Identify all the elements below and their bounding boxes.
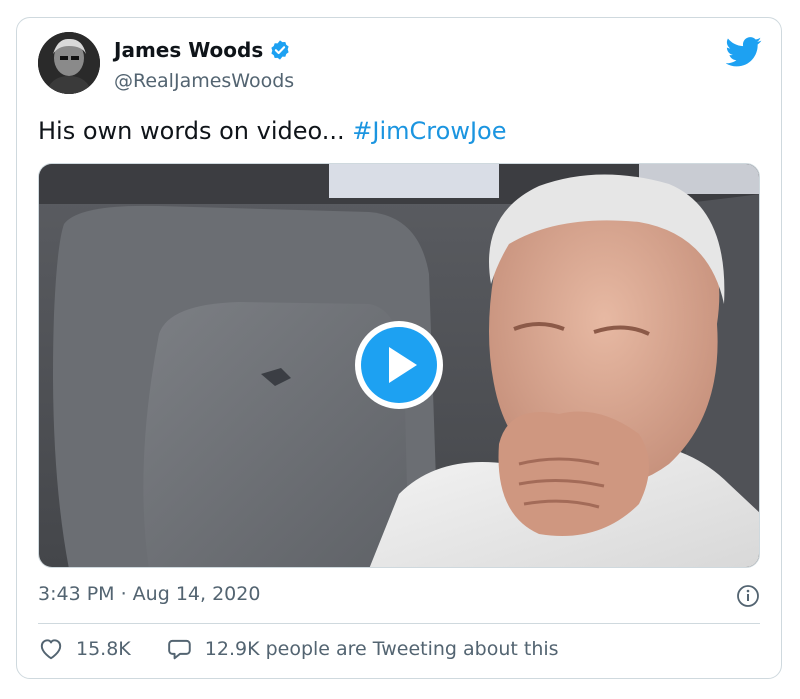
tweeting-count: 12.9K people are Tweeting about this	[204, 638, 559, 660]
author-display-name[interactable]: James Woods	[114, 38, 263, 62]
play-icon[interactable]	[353, 319, 445, 411]
hashtag-link[interactable]: #JimCrowJoe	[352, 117, 506, 145]
video-player[interactable]	[38, 163, 760, 568]
tweet-text: His own words on video... #JimCrowJoe	[38, 117, 506, 145]
verified-badge-icon	[271, 40, 289, 60]
avatar-photo-icon	[38, 32, 100, 94]
heart-icon	[40, 639, 62, 660]
tweet-timestamp[interactable]: 3:43 PM · Aug 14, 2020	[38, 583, 260, 605]
twitter-bird-icon[interactable]	[726, 37, 762, 67]
avatar[interactable]	[38, 32, 100, 94]
tweet-body: His own words on video...	[38, 117, 353, 145]
author-handle[interactable]: @RealJamesWoods	[114, 70, 294, 92]
divider	[38, 623, 760, 624]
info-icon[interactable]	[736, 584, 760, 608]
tweet-card[interactable]: James Woods @RealJamesWoods His own word…	[16, 17, 782, 679]
reply-bubble-icon	[167, 639, 191, 660]
like-count: 15.8K	[76, 638, 131, 660]
reply-button[interactable]: 12.9K people are Tweeting about this	[167, 636, 559, 662]
like-button[interactable]: 15.8K	[38, 636, 131, 662]
author-name-row[interactable]: James Woods	[114, 38, 291, 62]
action-bar: 15.8K 12.9K people are Tweeting about th…	[38, 636, 559, 662]
